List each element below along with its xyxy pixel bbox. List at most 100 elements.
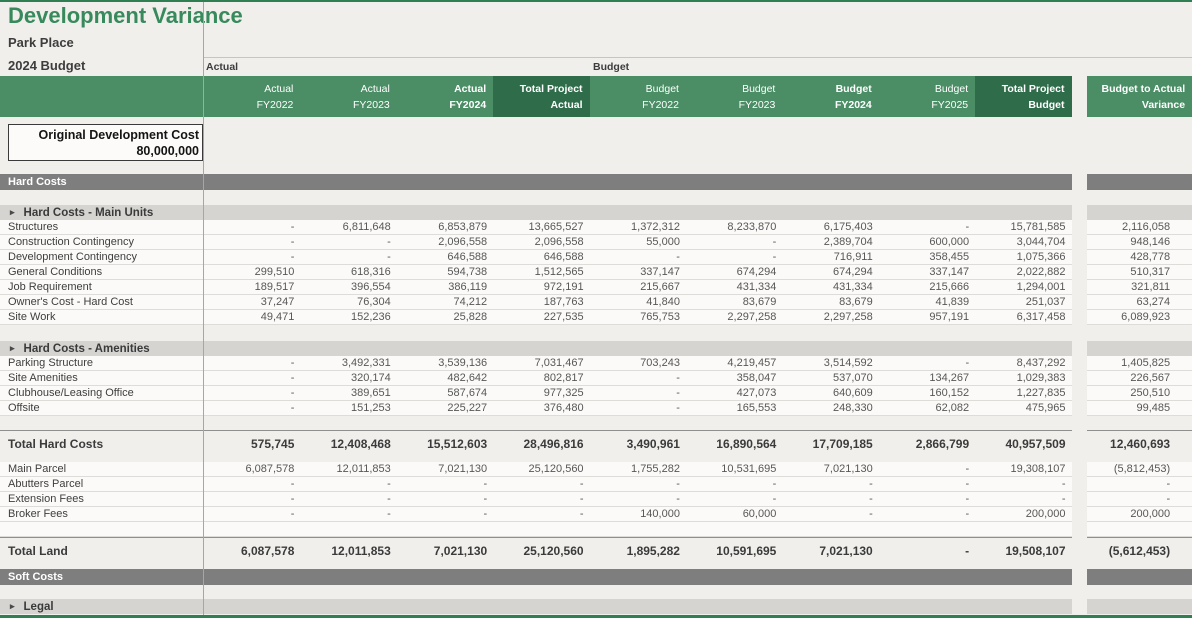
value-cell[interactable]: 674,294 bbox=[686, 265, 782, 280]
value-cell[interactable]: - bbox=[782, 492, 878, 507]
value-cell[interactable]: 3,514,592 bbox=[782, 356, 878, 371]
value-cell[interactable]: - bbox=[879, 220, 975, 235]
variance-cell[interactable]: 250,510 bbox=[1087, 386, 1192, 401]
column-header-actual-fy2024[interactable]: ActualFY2024 bbox=[397, 76, 493, 117]
value-cell[interactable]: - bbox=[493, 492, 589, 507]
value-cell[interactable]: 972,191 bbox=[493, 280, 589, 295]
value-cell[interactable]: 977,325 bbox=[493, 386, 589, 401]
value-cell[interactable]: 6,811,648 bbox=[300, 220, 396, 235]
value-cell[interactable]: 41,840 bbox=[590, 295, 686, 310]
value-cell[interactable]: 37,247 bbox=[204, 295, 300, 310]
subsection-header[interactable]: ▸Legal bbox=[0, 599, 1072, 614]
value-cell[interactable]: 1,512,565 bbox=[493, 265, 589, 280]
value-cell[interactable]: 4,219,457 bbox=[686, 356, 782, 371]
value-cell[interactable] bbox=[493, 522, 589, 537]
value-cell[interactable]: 2,297,258 bbox=[686, 310, 782, 325]
value-cell[interactable]: 2,389,704 bbox=[782, 235, 878, 250]
value-cell[interactable]: 60,000 bbox=[686, 507, 782, 522]
value-cell[interactable]: - bbox=[590, 401, 686, 416]
value-cell[interactable]: 76,304 bbox=[300, 295, 396, 310]
value-cell[interactable]: - bbox=[204, 250, 300, 265]
value-cell[interactable]: 10,591,695 bbox=[686, 537, 782, 559]
row-label[interactable]: Development Contingency bbox=[0, 250, 204, 265]
value-cell[interactable]: 6,317,458 bbox=[975, 310, 1071, 325]
value-cell[interactable]: 215,667 bbox=[590, 280, 686, 295]
value-cell[interactable]: - bbox=[204, 401, 300, 416]
value-cell[interactable]: 19,308,107 bbox=[975, 462, 1071, 477]
value-cell[interactable]: 1,075,366 bbox=[975, 250, 1071, 265]
value-cell[interactable]: 6,175,403 bbox=[782, 220, 878, 235]
value-cell[interactable]: 7,021,130 bbox=[397, 462, 493, 477]
column-header-total-project-budget[interactable]: Total ProjectBudget bbox=[975, 76, 1071, 117]
value-cell[interactable]: 152,236 bbox=[300, 310, 396, 325]
value-cell[interactable]: - bbox=[782, 477, 878, 492]
column-header-variance[interactable]: Budget to ActualVariance bbox=[1087, 76, 1192, 117]
value-cell[interactable]: 6,853,879 bbox=[397, 220, 493, 235]
row-label[interactable]: Offsite bbox=[0, 401, 204, 416]
value-cell[interactable]: - bbox=[493, 507, 589, 522]
expand-arrow-icon[interactable]: ▸ bbox=[10, 601, 15, 611]
value-cell[interactable]: - bbox=[975, 492, 1071, 507]
section-header[interactable]: Hard Costs bbox=[0, 174, 1072, 190]
value-cell[interactable]: 358,455 bbox=[879, 250, 975, 265]
value-cell[interactable]: 3,539,136 bbox=[397, 356, 493, 371]
row-label[interactable]: Structures bbox=[0, 220, 204, 235]
value-cell[interactable]: 674,294 bbox=[782, 265, 878, 280]
value-cell[interactable]: 2,866,799 bbox=[879, 430, 975, 452]
value-cell[interactable]: 765,753 bbox=[590, 310, 686, 325]
value-cell[interactable]: - bbox=[204, 235, 300, 250]
value-cell[interactable]: 187,763 bbox=[493, 295, 589, 310]
variance-cell[interactable]: 200,000 bbox=[1087, 507, 1192, 522]
value-cell[interactable]: 83,679 bbox=[686, 295, 782, 310]
value-cell[interactable]: - bbox=[686, 477, 782, 492]
value-cell[interactable]: 1,895,282 bbox=[590, 537, 686, 559]
value-cell[interactable]: - bbox=[590, 250, 686, 265]
expand-arrow-icon[interactable]: ▸ bbox=[10, 343, 15, 353]
value-cell[interactable]: 1,294,001 bbox=[975, 280, 1071, 295]
variance-cell[interactable] bbox=[1087, 522, 1192, 537]
column-header-budget-fy2025[interactable]: BudgetFY2025 bbox=[879, 76, 975, 117]
value-cell[interactable]: 7,021,130 bbox=[782, 537, 878, 559]
value-cell[interactable]: - bbox=[204, 386, 300, 401]
value-cell[interactable] bbox=[879, 522, 975, 537]
value-cell[interactable]: - bbox=[204, 220, 300, 235]
value-cell[interactable]: 49,471 bbox=[204, 310, 300, 325]
value-cell[interactable] bbox=[782, 522, 878, 537]
row-label[interactable]: Clubhouse/Leasing Office bbox=[0, 386, 204, 401]
variance-cell[interactable]: 6,089,923 bbox=[1087, 310, 1192, 325]
value-cell[interactable]: 396,554 bbox=[300, 280, 396, 295]
value-cell[interactable]: 25,828 bbox=[397, 310, 493, 325]
row-label[interactable]: Site Work bbox=[0, 310, 204, 325]
value-cell[interactable]: 140,000 bbox=[590, 507, 686, 522]
value-cell[interactable]: 6,087,578 bbox=[204, 537, 300, 559]
value-cell[interactable]: 1,755,282 bbox=[590, 462, 686, 477]
variance-cell[interactable]: 948,146 bbox=[1087, 235, 1192, 250]
value-cell[interactable]: 427,073 bbox=[686, 386, 782, 401]
row-label[interactable]: Extension Fees bbox=[0, 492, 204, 507]
value-cell[interactable]: 28,496,816 bbox=[493, 430, 589, 452]
value-cell[interactable]: - bbox=[204, 371, 300, 386]
value-cell[interactable]: 337,147 bbox=[879, 265, 975, 280]
value-cell[interactable]: 251,037 bbox=[975, 295, 1071, 310]
value-cell[interactable]: 189,517 bbox=[204, 280, 300, 295]
value-cell[interactable]: 1,029,383 bbox=[975, 371, 1071, 386]
value-cell[interactable]: 12,408,468 bbox=[300, 430, 396, 452]
variance-cell[interactable]: 226,567 bbox=[1087, 371, 1192, 386]
value-cell[interactable]: 62,082 bbox=[879, 401, 975, 416]
value-cell[interactable]: 17,709,185 bbox=[782, 430, 878, 452]
value-cell[interactable]: 320,174 bbox=[300, 371, 396, 386]
value-cell[interactable]: - bbox=[686, 250, 782, 265]
variance-cell[interactable]: - bbox=[1087, 477, 1192, 492]
value-cell[interactable]: - bbox=[879, 462, 975, 477]
variance-cell[interactable]: - bbox=[1087, 492, 1192, 507]
value-cell[interactable]: - bbox=[300, 477, 396, 492]
column-header-actual-fy2022[interactable]: ActualFY2022 bbox=[204, 76, 300, 117]
value-cell[interactable]: 802,817 bbox=[493, 371, 589, 386]
value-cell[interactable]: - bbox=[493, 477, 589, 492]
row-label[interactable]: General Conditions bbox=[0, 265, 204, 280]
value-cell[interactable]: 7,031,467 bbox=[493, 356, 589, 371]
value-cell[interactable]: - bbox=[782, 507, 878, 522]
value-cell[interactable] bbox=[204, 522, 300, 537]
value-cell[interactable]: - bbox=[300, 492, 396, 507]
value-cell[interactable]: - bbox=[975, 477, 1071, 492]
